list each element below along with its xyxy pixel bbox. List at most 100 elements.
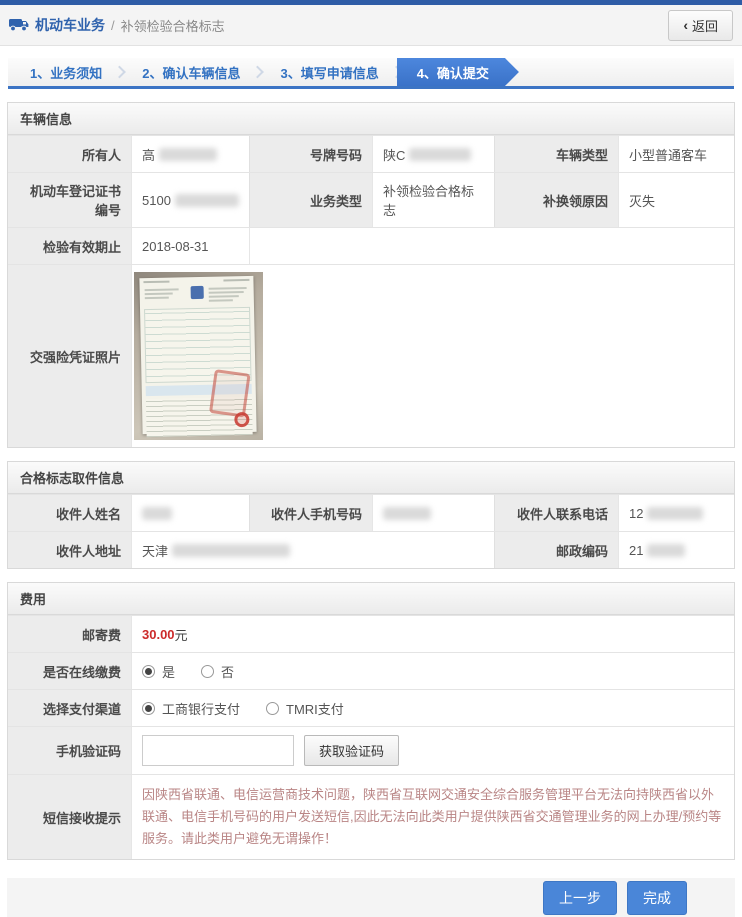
vehicle-type-label: 车辆类型 xyxy=(494,136,618,172)
step-label: 2、确认车辆信息 xyxy=(142,63,240,82)
registration-no-label: 机动车登记证书编号 xyxy=(8,173,131,227)
postage-value: 30.00 元 xyxy=(131,616,734,652)
insurance-photo-cell xyxy=(131,265,734,447)
plate-label: 号牌号码 xyxy=(249,136,372,172)
payment-channel-options: 工商银行支付 TMRI支付 xyxy=(131,690,734,726)
table-row: 交强险凭证照片 xyxy=(8,264,734,447)
business-type-value: 补领检验合格标志 xyxy=(372,173,494,227)
radio-channel-tmri[interactable]: TMRI支付 xyxy=(266,699,344,718)
payment-channel-label: 选择支付渠道 xyxy=(8,690,131,726)
breadcrumb: 机动车业务 / 补领检验合格标志 xyxy=(9,15,668,35)
redacted-blur xyxy=(159,148,217,161)
step-4-confirm-submit[interactable]: 4、确认提交 xyxy=(397,58,519,86)
redacted-blur xyxy=(647,544,685,557)
footer-action-bar: 上一步 完成 xyxy=(7,878,735,917)
table-row: 选择支付渠道 工商银行支付 TMRI支付 xyxy=(8,689,734,726)
radio-circle-icon xyxy=(142,702,155,715)
table-row: 机动车登记证书编号 5100 业务类型 补领检验合格标志 补换领原因 灭失 xyxy=(8,172,734,227)
recipient-address-label: 收件人地址 xyxy=(8,532,131,568)
vehicle-info-section: 车辆信息 所有人 高 号牌号码 陕C 车辆类型 小型普通客车 机动车登记证书编号… xyxy=(7,102,735,448)
inspection-valid-value: 2018-08-31 xyxy=(131,228,249,264)
vehicle-type-value: 小型普通客车 xyxy=(618,136,734,172)
redacted-blur xyxy=(409,148,471,161)
business-type-label: 业务类型 xyxy=(249,173,372,227)
redacted-blur xyxy=(647,507,703,520)
sms-code-cell: 获取验证码 xyxy=(131,727,734,774)
table-row: 邮寄费 30.00 元 xyxy=(8,615,734,652)
red-square-stamp-icon xyxy=(209,369,251,417)
sms-code-input[interactable] xyxy=(142,735,294,766)
owner-value: 高 xyxy=(131,136,249,172)
radio-circle-icon xyxy=(266,702,279,715)
fee-title: 费用 xyxy=(8,583,734,615)
radio-channel-icbc[interactable]: 工商银行支付 xyxy=(142,699,240,718)
postage-unit: 元 xyxy=(175,625,188,644)
radio-label: 工商银行支付 xyxy=(162,699,240,718)
recipient-mobile-value xyxy=(372,495,494,531)
step-1-notice[interactable]: 1、业务须知 xyxy=(8,58,120,86)
breadcrumb-section[interactable]: 机动车业务 xyxy=(35,15,105,35)
postage-label: 邮寄费 xyxy=(8,616,131,652)
radio-circle-icon xyxy=(201,665,214,678)
postal-code-value: 21 xyxy=(618,532,734,568)
vehicle-truck-icon xyxy=(9,18,29,32)
online-payment-label: 是否在线缴费 xyxy=(8,653,131,689)
redacted-blur xyxy=(172,544,290,557)
recipient-mobile-label: 收件人手机号码 xyxy=(249,495,372,531)
owner-label: 所有人 xyxy=(8,136,131,172)
redacted-blur xyxy=(142,507,172,520)
insurer-emblem-icon xyxy=(190,286,203,299)
page-header: 机动车业务 / 补领检验合格标志 ‹ 返回 xyxy=(0,5,742,46)
online-payment-options: 是 否 xyxy=(131,653,734,689)
vehicle-info-title: 车辆信息 xyxy=(8,103,734,135)
step-label: 3、填写申请信息 xyxy=(280,63,378,82)
step-label: 1、业务须知 xyxy=(30,63,102,82)
registration-no-value: 5100 xyxy=(131,173,249,227)
recipient-name-value xyxy=(131,495,249,531)
sms-notice-label: 短信接收提示 xyxy=(8,775,131,859)
table-row: 检验有效期止 2018-08-31 xyxy=(8,227,734,264)
replace-reason-label: 补换领原因 xyxy=(494,173,618,227)
step-3-fill-application[interactable]: 3、填写申请信息 xyxy=(258,58,396,86)
radio-circle-icon xyxy=(142,665,155,678)
replace-reason-value: 灭失 xyxy=(618,173,734,227)
previous-step-button[interactable]: 上一步 xyxy=(543,881,617,915)
sms-notice-text: 因陕西省联通、电信运营商技术问题，陕西省互联网交通安全综合服务管理平台无法向持陕… xyxy=(131,775,734,859)
table-row: 是否在线缴费 是 否 xyxy=(8,652,734,689)
pickup-info-section: 合格标志取件信息 收件人姓名 收件人手机号码 收件人联系电话 12 收件人地址 … xyxy=(7,461,735,569)
postal-code-label: 邮政编码 xyxy=(494,532,618,568)
fee-section: 费用 邮寄费 30.00 元 是否在线缴费 是 否 选择支付渠道 工商银行支付 xyxy=(7,582,735,860)
radio-label: TMRI支付 xyxy=(286,699,344,718)
breadcrumb-separator: / xyxy=(111,18,115,33)
step-2-confirm-vehicle[interactable]: 2、确认车辆信息 xyxy=(120,58,258,86)
radio-label: 是 xyxy=(162,662,175,681)
recipient-phone-label: 收件人联系电话 xyxy=(494,495,618,531)
breadcrumb-current: 补领检验合格标志 xyxy=(121,16,225,35)
redacted-blur xyxy=(383,507,431,520)
get-sms-code-button[interactable]: 获取验证码 xyxy=(304,735,399,766)
table-row: 收件人姓名 收件人手机号码 收件人联系电话 12 xyxy=(8,494,734,531)
postage-amount: 30.00 xyxy=(142,627,175,642)
step-label: 4、确认提交 xyxy=(417,63,489,82)
redacted-blur xyxy=(175,194,239,207)
table-row: 收件人地址 天津 邮政编码 21 xyxy=(8,531,734,568)
table-row: 所有人 高 号牌号码 陕C 车辆类型 小型普通客车 xyxy=(8,135,734,172)
insurance-paper xyxy=(139,276,256,434)
back-button[interactable]: ‹ 返回 xyxy=(668,10,733,41)
back-chevron-icon: ‹ xyxy=(683,18,688,32)
radio-pay-online-no[interactable]: 否 xyxy=(201,662,234,681)
radio-pay-online-yes[interactable]: 是 xyxy=(142,662,175,681)
recipient-phone-value: 12 xyxy=(618,495,734,531)
recipient-address-value: 天津 xyxy=(131,532,494,568)
table-row: 手机验证码 获取验证码 xyxy=(8,726,734,774)
recipient-name-label: 收件人姓名 xyxy=(8,495,131,531)
insurance-certificate-photo xyxy=(134,272,263,440)
back-button-label: 返回 xyxy=(692,16,718,35)
finish-button[interactable]: 完成 xyxy=(627,881,687,915)
radio-label: 否 xyxy=(221,662,234,681)
pickup-info-title: 合格标志取件信息 xyxy=(8,462,734,494)
inspection-valid-label: 检验有效期止 xyxy=(8,228,131,264)
empty-cell xyxy=(249,228,734,264)
plate-value: 陕C xyxy=(372,136,494,172)
insurance-photo-label: 交强险凭证照片 xyxy=(8,265,131,447)
